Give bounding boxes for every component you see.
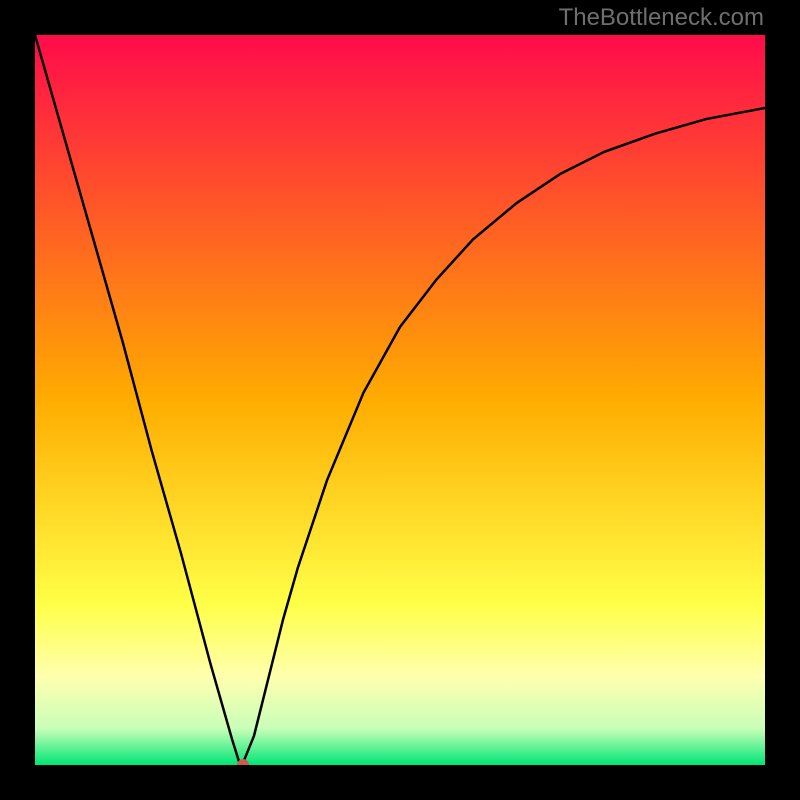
plot-background	[35, 35, 765, 765]
watermark-text: TheBottleneck.com	[559, 4, 764, 32]
bottleneck-chart	[35, 35, 765, 765]
chart-frame: TheBottleneck.com	[0, 0, 800, 800]
